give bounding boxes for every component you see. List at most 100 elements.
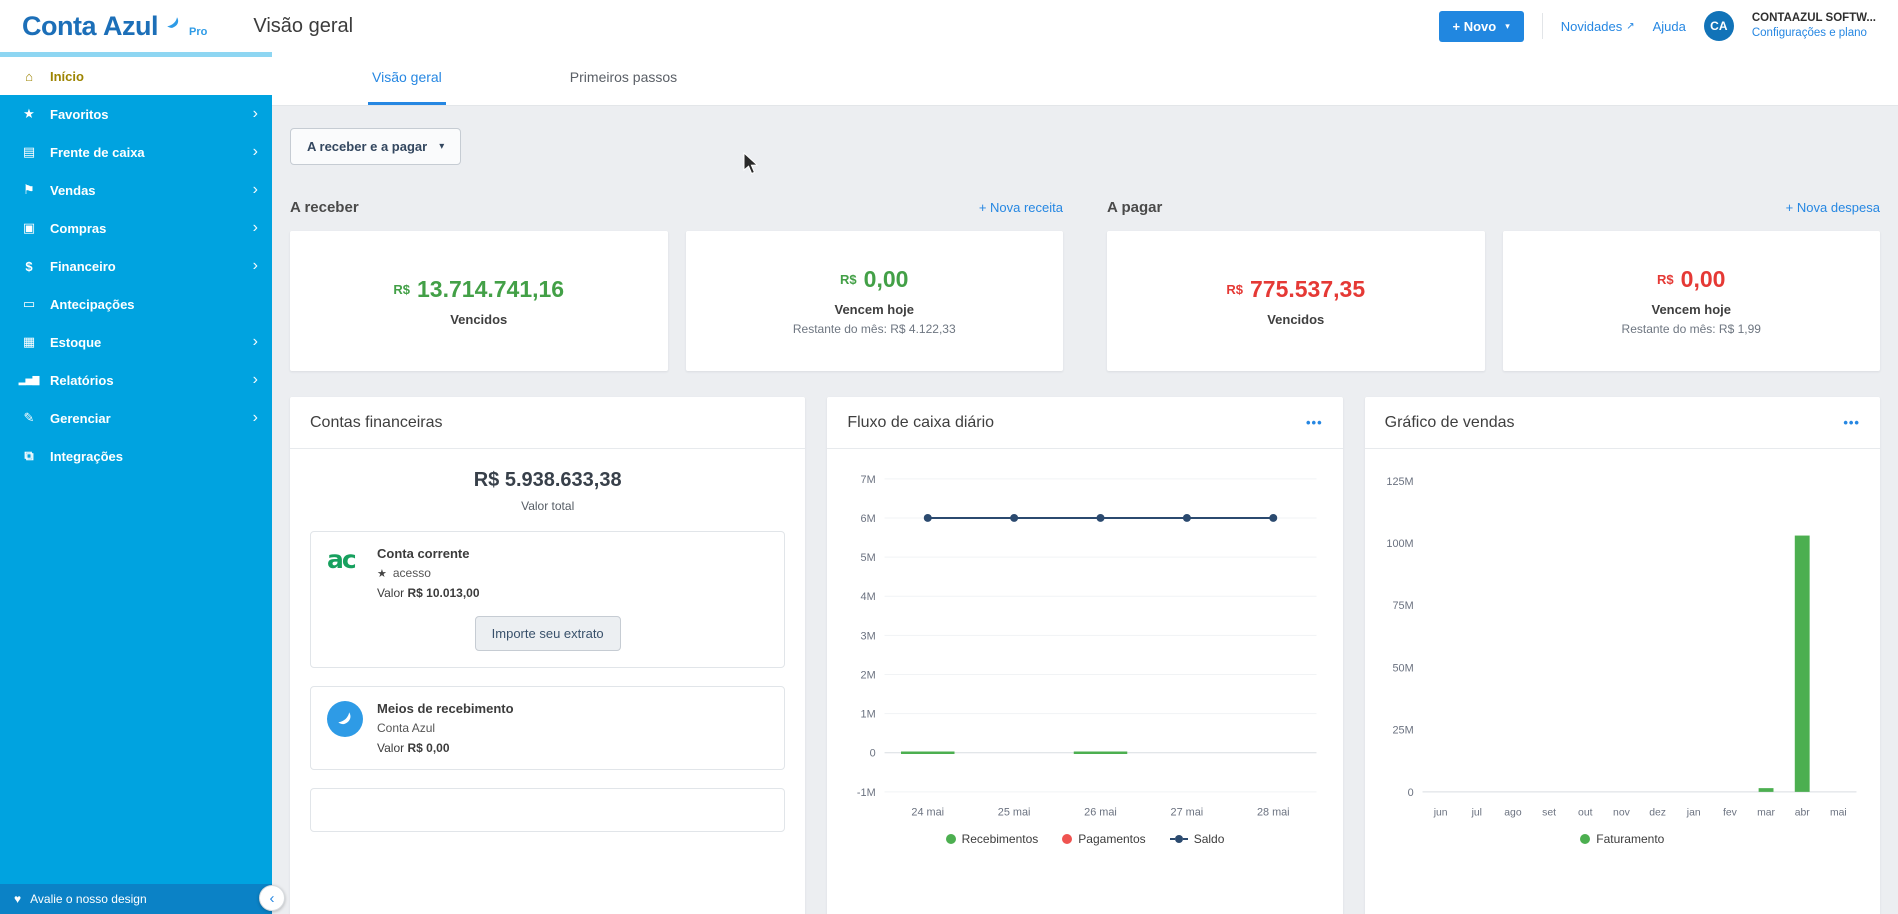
tab-primeiros-passos[interactable]: Primeiros passos [566,52,681,105]
contaazul-dashboard: Conta Azul Pro Visão geral + Novo ▾ Novi… [0,0,1898,914]
importe-extrato-button[interactable]: Importe seu extrato [475,616,621,651]
svg-text:ago: ago [1504,808,1522,819]
boxes-icon: ▦ [18,334,40,350]
pagar-vencidos-card[interactable]: R$ 775.537,35 Vencidos [1107,231,1485,371]
svg-text:24 mai: 24 mai [912,807,945,819]
sidebar-item-compras[interactable]: ▣ Compras › [0,209,272,247]
svg-text:25M: 25M [1392,725,1413,737]
svg-text:125M: 125M [1386,476,1413,488]
panel-menu-button[interactable]: ••• [1843,415,1860,430]
cashflow-legend: Recebimentos Pagamentos Saldo [837,832,1332,846]
panel-menu-button[interactable]: ••• [1306,415,1323,430]
svg-text:28 mai: 28 mai [1257,807,1290,819]
account-card[interactable] [310,788,785,832]
receber-vencidos-card[interactable]: R$ 13.714.741,16 Vencidos [290,231,668,371]
tab-visao-geral[interactable]: Visão geral [368,52,446,105]
tab-bar: Visão geral Primeiros passos [272,52,1898,106]
sidebar-item-financeiro[interactable]: $ Financeiro › [0,247,272,285]
chevron-right-icon: › [253,409,258,427]
account-name: CONTAAZUL SOFTW... [1752,11,1876,26]
conta-corrente-card[interactable]: ac Conta corrente ★ acesso Valor [310,531,785,668]
legend-pagamentos: Pagamentos [1062,832,1145,846]
cashflow-chart: 7M6M5M4M3M2M1M0-1M24 mai25 mai26 mai27 m… [837,461,1332,828]
svg-text:3M: 3M [861,630,876,642]
nova-receita-link[interactable]: + Nova receita [979,200,1063,215]
document-icon: ✎ [18,410,40,426]
card-icon: ▭ [18,296,40,312]
sidebar-item-frente-de-caixa[interactable]: ▤ Frente de caixa › [0,133,272,171]
account-menu[interactable]: CONTAAZUL SOFTW... Configurações e plano [1752,11,1876,41]
sidebar-item-favoritos[interactable]: ★ Favoritos › [0,95,272,133]
svg-text:out: out [1578,808,1593,819]
receber-vencidos-amount: 13.714.741,16 [417,276,564,303]
sidebar-item-estoque[interactable]: ▦ Estoque › [0,323,272,361]
total-balance: R$ 5.938.633,38 [310,469,785,492]
sidebar-item-gerenciar[interactable]: ✎ Gerenciar › [0,399,272,437]
svg-text:0: 0 [1407,787,1413,799]
nova-despesa-link[interactable]: + Nova despesa [1786,200,1880,215]
chevron-right-icon: › [253,143,258,161]
top-header: Conta Azul Pro Visão geral + Novo ▾ Novi… [0,0,1898,52]
sidebar-item-antecipacoes[interactable]: ▭ Antecipações [0,285,272,323]
sidebar-item-integracoes[interactable]: ⧉ Integrações [0,437,272,475]
novo-button[interactable]: + Novo ▾ [1439,11,1524,42]
contas-financeiras-title: Contas financeiras [310,414,443,432]
svg-text:nov: nov [1613,808,1631,819]
page-title: Visão geral [253,15,353,38]
pagar-restante-mes: Restante do mês: R$ 1,99 [1622,322,1761,336]
avatar[interactable]: CA [1704,11,1734,41]
a-pagar-title: A pagar [1107,199,1162,216]
svg-text:2M: 2M [861,669,876,681]
svg-text:4M: 4M [861,591,876,603]
receber-pagar-filter[interactable]: A receber e a pagar ▾ [290,128,461,165]
chevron-right-icon: › [253,181,258,199]
contaazul-bird-icon [164,15,184,38]
sidebar-item-inicio[interactable]: ⌂ Início [0,57,272,95]
conta-corrente-valor: R$ 10.013,00 [407,586,479,600]
megaphone-icon: ⚑ [18,182,40,198]
chevron-right-icon: › [253,219,258,237]
svg-text:26 mai: 26 mai [1085,807,1118,819]
a-pagar-section: A pagar + Nova despesa R$ 775.537,35 Ven… [1107,199,1880,371]
ajuda-link[interactable]: Ajuda [1653,19,1686,34]
home-icon: ⌂ [18,69,40,84]
svg-text:jan: jan [1685,808,1700,819]
a-receber-title: A receber [290,199,359,216]
receber-hoje-card[interactable]: R$ 0,00 Vencem hoje Restante do mês: R$ … [686,231,1064,371]
sidebar-item-relatorios[interactable]: ▂▅▇ Relatórios › [0,361,272,399]
design-feedback-banner[interactable]: ♥ Avalie o nosso design [0,884,272,914]
external-link-icon: ↗ [1626,21,1634,32]
pagar-hoje-card[interactable]: R$ 0,00 Vencem hoje Restante do mês: R$ … [1503,231,1881,371]
header-divider [1542,13,1543,39]
legend-saldo: Saldo [1170,832,1225,846]
chevron-right-icon: › [253,257,258,275]
novidades-link[interactable]: Novidades ↗ [1561,19,1635,34]
favorite-star-icon[interactable]: ★ [377,567,387,580]
contaazul-bird-icon [327,701,363,737]
pro-badge: Pro [189,26,207,38]
main-content: Visão geral Primeiros passos A receber e… [272,52,1898,914]
pagar-vencidos-amount: 775.537,35 [1250,276,1365,303]
settings-link[interactable]: Configurações e plano [1752,26,1876,41]
svg-text:fev: fev [1723,808,1738,819]
svg-text:1M: 1M [861,709,876,721]
heart-icon: ♥ [14,892,21,906]
sales-legend: Faturamento [1375,832,1870,846]
grafico-vendas-title: Gráfico de vendas [1385,414,1515,432]
legend-recebimentos: Recebimentos [946,832,1039,846]
receber-hoje-amount: 0,00 [864,266,909,293]
svg-text:75M: 75M [1392,600,1413,612]
svg-text:25 mai: 25 mai [998,807,1031,819]
red-dot-icon [1062,834,1072,844]
contaazul-logo[interactable]: Conta Azul Pro [22,11,207,42]
star-icon: ★ [18,106,40,122]
collapse-sidebar-button[interactable]: ‹ [259,885,285,911]
svg-text:dez: dez [1649,808,1666,819]
sidebar-item-vendas[interactable]: ⚑ Vendas › [0,171,272,209]
svg-text:27 mai: 27 mai [1171,807,1204,819]
meios-recebimento-card[interactable]: Meios de recebimento Conta Azul Valor R$… [310,686,785,770]
grafico-vendas-panel: Gráfico de vendas ••• 125M100M75M50M25M0… [1365,397,1880,914]
chevron-right-icon: › [253,333,258,351]
shopping-bag-icon: ▣ [18,220,40,236]
svg-text:50M: 50M [1392,662,1413,674]
